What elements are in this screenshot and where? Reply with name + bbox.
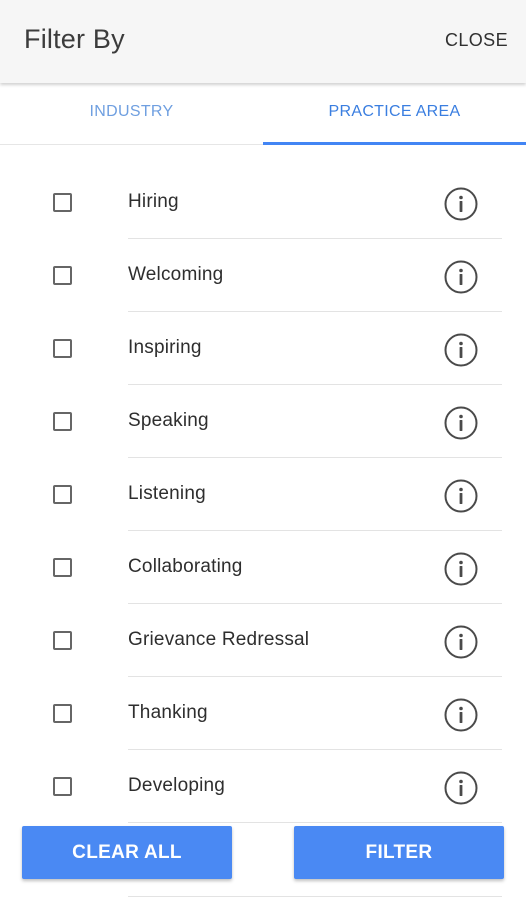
option-label: Thanking [128,702,208,723]
checkbox[interactable] [53,266,72,285]
checkbox[interactable] [53,777,72,796]
info-icon[interactable] [444,771,478,805]
tab-bar: INDUSTRY PRACTICE AREA [0,83,526,145]
close-button[interactable]: CLOSE [445,30,508,51]
checkbox[interactable] [53,412,72,431]
divider [128,896,502,897]
option-label: Speaking [128,410,209,431]
list-item[interactable]: Listening [0,458,526,531]
list-item[interactable]: Speaking [0,385,526,458]
checkbox[interactable] [53,631,72,650]
checkbox[interactable] [53,339,72,358]
list-item[interactable]: Hiring [0,166,526,239]
option-label: Developing [128,775,226,796]
list-item[interactable]: Thanking [0,677,526,750]
list-item[interactable]: Inspiring [0,312,526,385]
checkbox[interactable] [53,558,72,577]
info-icon[interactable] [444,406,478,440]
checkbox[interactable] [53,485,72,504]
list-item[interactable]: Grievance Redressal [0,604,526,677]
option-label: Hiring [128,191,179,212]
clear-all-button[interactable]: CLEAR ALL [22,826,232,879]
option-label: Collaborating [128,556,243,577]
filter-header: Filter By CLOSE [0,0,526,83]
info-icon[interactable] [444,333,478,367]
info-icon[interactable] [444,260,478,294]
option-label: Welcoming [128,264,224,285]
checkbox[interactable] [53,193,72,212]
info-icon[interactable] [444,625,478,659]
divider [128,822,502,823]
list-item[interactable]: Developing [0,750,526,823]
active-tab-indicator [263,142,526,145]
filter-button[interactable]: FILTER [294,826,504,879]
option-label: Grievance Redressal [128,629,310,650]
page-title: Filter By [24,24,125,54]
list-item[interactable]: Welcoming [0,239,526,312]
tab-practice-area[interactable]: PRACTICE AREA [263,83,526,144]
option-label: Inspiring [128,337,202,358]
info-icon[interactable] [444,552,478,586]
filter-options-list: Hiring Welcoming Inspiring Speaking Listenin… [0,166,526,823]
checkbox[interactable] [53,704,72,723]
info-icon[interactable] [444,698,478,732]
option-label: Listening [128,483,206,504]
list-item[interactable]: Collaborating [0,531,526,604]
info-icon[interactable] [444,187,478,221]
action-bar: CLEAR ALL FILTER [0,826,526,882]
tab-industry[interactable]: INDUSTRY [0,83,263,144]
info-icon[interactable] [444,479,478,513]
